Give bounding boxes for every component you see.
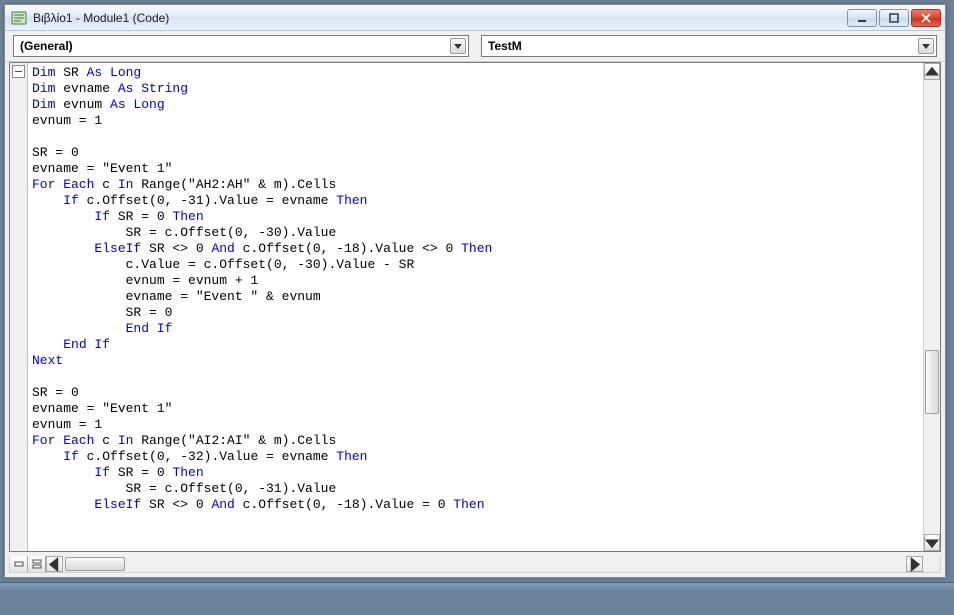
vertical-scroll-track[interactable] [924, 80, 940, 534]
object-dropdown-value: (General) [20, 39, 73, 53]
scroll-right-button[interactable] [906, 556, 923, 572]
horizontal-scrollbar[interactable] [46, 556, 923, 572]
full-module-view-button[interactable] [28, 556, 46, 572]
code-viewport[interactable]: Dim SR As Long Dim evname As String Dim … [28, 63, 923, 551]
procedure-dropdown[interactable]: TestM [481, 35, 937, 57]
code-text[interactable]: Dim SR As Long Dim evname As String Dim … [28, 63, 923, 515]
scroll-corner [923, 556, 940, 572]
chevron-down-icon[interactable] [450, 38, 466, 54]
dropdown-row: (General) TestM [5, 31, 945, 62]
horizontal-scroll-thumb[interactable] [65, 557, 125, 571]
window-title: Βιβλίο1 - Module1 (Code) [33, 11, 169, 25]
vertical-scrollbar[interactable] [923, 63, 940, 551]
procedure-separator-icon [12, 65, 25, 78]
margin-gutter [10, 63, 28, 551]
scroll-left-button[interactable] [46, 556, 63, 572]
vertical-scroll-thumb[interactable] [925, 350, 939, 414]
maximize-button[interactable] [879, 9, 909, 27]
scroll-down-button[interactable] [924, 534, 940, 551]
scroll-up-button[interactable] [924, 63, 940, 80]
window-buttons [847, 9, 941, 27]
minimize-button[interactable] [847, 9, 877, 27]
object-dropdown[interactable]: (General) [13, 35, 469, 57]
titlebar[interactable]: Βιβλίο1 - Module1 (Code) [5, 5, 945, 31]
close-button[interactable] [911, 9, 941, 27]
horizontal-scroll-track[interactable] [63, 556, 906, 572]
procedure-dropdown-value: TestM [488, 39, 522, 53]
horizontal-scroll-row [9, 556, 941, 573]
procedure-view-button[interactable] [10, 556, 28, 572]
code-area: Dim SR As Long Dim evname As String Dim … [9, 62, 941, 552]
mdi-background [0, 582, 954, 592]
module-icon [11, 10, 27, 26]
chevron-down-icon[interactable] [918, 38, 934, 54]
code-window: Βιβλίο1 - Module1 (Code) (General) TestM [4, 4, 946, 578]
